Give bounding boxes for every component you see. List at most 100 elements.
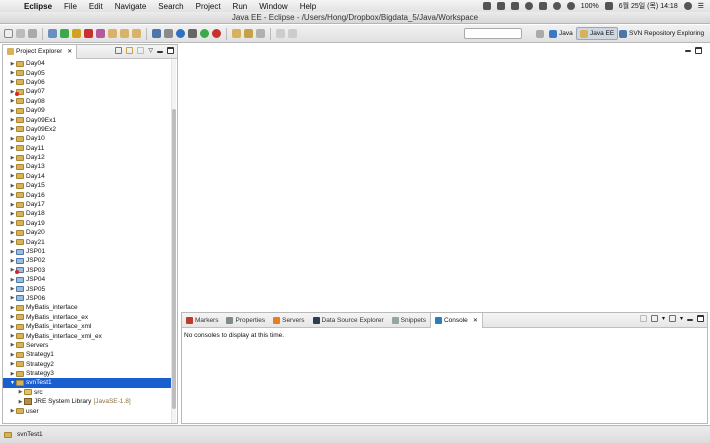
tray-airplay-icon[interactable] — [538, 2, 547, 10]
view-menu-chevron-down-icon[interactable]: ▽ — [148, 47, 153, 54]
open-perspective-button[interactable] — [533, 27, 547, 40]
tree-item-jsp04[interactable]: ▶ JSP04 — [3, 275, 173, 284]
collapsed-twistie-icon[interactable]: ▶ — [9, 108, 16, 114]
tab-snippets[interactable]: Snippets — [388, 313, 430, 328]
tree-item-jre-system-library[interactable]: ▶ JRE System Library [JavaSE-1.8] — [3, 397, 173, 406]
perspective-svn[interactable]: SVN Repository Exploring — [616, 27, 707, 40]
tab-markers[interactable]: Markers — [182, 313, 222, 328]
suspend-icon[interactable] — [72, 29, 81, 38]
menu-help[interactable]: Help — [294, 2, 322, 11]
tree-item-day10[interactable]: ▶ Day10 — [3, 134, 173, 143]
tree-item-day09[interactable]: ▶ Day09 — [3, 106, 173, 115]
collapsed-twistie-icon[interactable]: ▶ — [9, 333, 16, 339]
wifi-icon[interactable] — [566, 2, 575, 10]
focus-icon[interactable] — [137, 47, 145, 54]
tree-item-strategy1[interactable]: ▶ Strategy1 — [3, 350, 173, 359]
tree-item-strategy2[interactable]: ▶ Strategy2 — [3, 360, 173, 369]
minimize-icon[interactable] — [687, 319, 693, 321]
search-icon[interactable] — [244, 29, 253, 38]
collapsed-twistie-icon[interactable]: ▶ — [9, 98, 16, 104]
new-icon[interactable] — [4, 29, 13, 38]
collapsed-twistie-icon[interactable]: ▶ — [9, 230, 16, 236]
collapsed-twistie-icon[interactable]: ▶ — [9, 70, 16, 76]
collapsed-twistie-icon[interactable]: ▶ — [9, 295, 16, 301]
maximize-icon[interactable] — [695, 47, 702, 54]
tray-window-icon[interactable] — [510, 2, 519, 10]
expanded-twistie-icon[interactable]: ▼ — [9, 380, 16, 386]
open-console-icon[interactable] — [668, 315, 676, 322]
disconnect-icon[interactable] — [96, 29, 105, 38]
menu-run[interactable]: Run — [227, 2, 254, 11]
collapsed-twistie-icon[interactable]: ▶ — [9, 371, 16, 377]
tab-properties[interactable]: Properties — [222, 313, 269, 328]
tab-console[interactable]: Console ✕ — [429, 312, 483, 328]
menu-window[interactable]: Window — [253, 2, 293, 11]
tree-item-servers[interactable]: ▶ Servers — [3, 341, 173, 350]
tab-servers[interactable]: Servers — [269, 313, 308, 328]
display-console-icon[interactable] — [650, 315, 658, 322]
collapsed-twistie-icon[interactable]: ▶ — [9, 173, 16, 179]
resume-icon[interactable] — [60, 29, 69, 38]
collapsed-twistie-icon[interactable]: ▶ — [9, 145, 16, 151]
tree-item-day16[interactable]: ▶ Day16 — [3, 190, 173, 199]
tab-data-source-explorer[interactable]: Data Source Explorer — [309, 313, 388, 328]
collapsed-twistie-icon[interactable]: ▶ — [9, 342, 16, 348]
tree-item-strategy3[interactable]: ▶ Strategy3 — [3, 369, 173, 378]
tray-bluetooth-icon[interactable] — [552, 2, 561, 10]
step-into-icon[interactable] — [108, 29, 117, 38]
collapsed-twistie-icon[interactable]: ▶ — [9, 249, 16, 255]
skip-breakpoints-icon[interactable] — [48, 29, 57, 38]
tree-item-src[interactable]: ▶ src — [3, 388, 173, 397]
tray-timer-icon[interactable] — [524, 2, 533, 10]
open-console-chevron-down-icon[interactable]: ▾ — [680, 315, 683, 322]
collapsed-twistie-icon[interactable]: ▶ — [9, 408, 16, 414]
menu-navigate[interactable]: Navigate — [109, 2, 153, 11]
collapsed-twistie-icon[interactable]: ▶ — [9, 164, 16, 170]
spotlight-icon[interactable] — [683, 2, 692, 10]
menu-project[interactable]: Project — [190, 2, 227, 11]
tree-item-jsp01[interactable]: ▶ JSP01 — [3, 247, 173, 256]
collapsed-twistie-icon[interactable]: ▶ — [9, 277, 16, 283]
close-icon[interactable]: ✕ — [473, 317, 478, 324]
open-type-icon[interactable] — [232, 29, 241, 38]
save-all-icon[interactable] — [28, 29, 37, 38]
tree-item-user[interactable]: ▶ user — [3, 406, 173, 415]
tree-item-day08[interactable]: ▶ Day08 — [3, 97, 173, 106]
tree-item-mybatis-interface-xml-ex[interactable]: ▶ MyBatis_interface_xml_ex — [3, 331, 173, 340]
back-icon[interactable] — [276, 29, 285, 38]
collapsed-twistie-icon[interactable]: ▶ — [9, 202, 16, 208]
open-browser-icon[interactable] — [164, 29, 173, 38]
maximize-icon[interactable] — [167, 47, 174, 54]
console-menu-chevron-down-icon[interactable]: ▾ — [662, 315, 665, 322]
collapsed-twistie-icon[interactable]: ▶ — [9, 239, 16, 245]
collapsed-twistie-icon[interactable]: ▶ — [9, 361, 16, 367]
tree-item-day12[interactable]: ▶ Day12 — [3, 153, 173, 162]
collapsed-twistie-icon[interactable]: ▶ — [9, 155, 16, 161]
tree-item-day05[interactable]: ▶ Day05 — [3, 68, 173, 77]
save-icon[interactable] — [16, 29, 25, 38]
tree-item-mybatis-interface-xml[interactable]: ▶ MyBatis_interface_xml — [3, 322, 173, 331]
tree-item-jsp05[interactable]: ▶ JSP05 — [3, 284, 173, 293]
annotation-icon[interactable] — [256, 29, 265, 38]
tree-item-day18[interactable]: ▶ Day18 — [3, 209, 173, 218]
server-icon[interactable] — [152, 29, 161, 38]
tree-item-day15[interactable]: ▶ Day15 — [3, 181, 173, 190]
collapsed-twistie-icon[interactable]: ▶ — [9, 286, 16, 292]
tree-item-day07[interactable]: ▶ Day07 — [3, 87, 173, 96]
editor-area[interactable] — [181, 44, 708, 308]
tray-app-icon[interactable] — [482, 2, 491, 10]
perspective-java[interactable]: Java — [546, 27, 576, 40]
tree-item-day13[interactable]: ▶ Day13 — [3, 162, 173, 171]
collapsed-twistie-icon[interactable]: ▶ — [9, 324, 16, 330]
menu-search[interactable]: Search — [152, 2, 189, 11]
collapsed-twistie-icon[interactable]: ▶ — [17, 389, 24, 395]
run-icon[interactable] — [200, 29, 209, 38]
tree-item-day20[interactable]: ▶ Day20 — [3, 228, 173, 237]
tree-item-day04[interactable]: ▶ Day04 — [3, 59, 173, 68]
collapsed-twistie-icon[interactable]: ▶ — [9, 126, 16, 132]
minimize-icon[interactable] — [157, 51, 163, 53]
collapsed-twistie-icon[interactable]: ▶ — [9, 117, 16, 123]
menu-app-name[interactable]: Eclipse — [18, 2, 58, 11]
collapsed-twistie-icon[interactable]: ▶ — [9, 211, 16, 217]
tray-dropbox-icon[interactable] — [496, 2, 505, 10]
